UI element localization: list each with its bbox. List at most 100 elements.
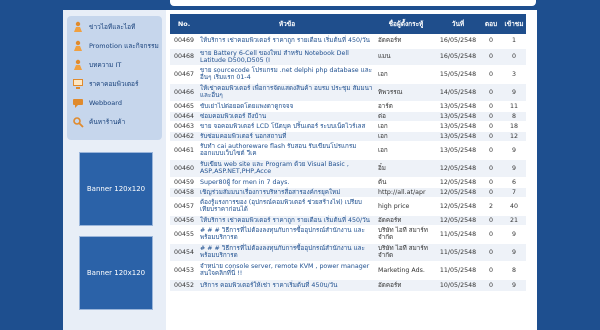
topic-subject-link[interactable]: ขาย จอคอมพิวเตอร์ LCD โน๊ตบุค ปริ้นเตอร์… bbox=[198, 121, 376, 132]
topic-date: 12/05/2548 bbox=[436, 215, 480, 226]
sidebar-item-it-articles[interactable]: บทความ IT bbox=[71, 58, 161, 72]
header-no: No. bbox=[170, 14, 198, 34]
topic-views: 8 bbox=[502, 111, 526, 122]
sidebar-item-promotion[interactable]: Promotion และกิจกรรม bbox=[71, 39, 161, 53]
topic-views: 11 bbox=[502, 101, 526, 112]
table-header-row: No. หัวข้อ ชื่อผู้ตั้งกระทู้ วันที่ ตอบ … bbox=[170, 14, 526, 34]
table-row[interactable]: 00452 บริการ คอมพิวเตอร์ให้เช่า ราคาเริ่ม… bbox=[170, 279, 526, 292]
topic-views: 9 bbox=[502, 279, 526, 292]
sidebar-item-webboard[interactable]: Webboard bbox=[71, 96, 161, 110]
topic-subject-link[interactable]: ให้บริการ เช่าคอมพิวเตอร์ ราคาถูก รายเดื… bbox=[198, 34, 376, 49]
table-row[interactable]: 00464 ซ่อมคอมพิวเตอร์ ถึงบ้าน ต่อ 13/05/254… bbox=[170, 111, 526, 122]
topic-date: 12/05/2548 bbox=[436, 177, 480, 188]
topic-date: 13/05/2548 bbox=[436, 111, 480, 122]
topic-author: อัดคอร์ท bbox=[376, 34, 436, 49]
topic-author: เอก bbox=[376, 121, 436, 132]
table-row[interactable]: 00458 เชิญร่วมสัมมนาเรื่องการบริหารสื่อสา… bbox=[170, 187, 526, 198]
table-row[interactable]: 00460 รับเขียน web site และ Program ด้วย … bbox=[170, 159, 526, 178]
topic-date: 11/05/2548 bbox=[436, 261, 480, 280]
topic-views: 18 bbox=[502, 121, 526, 132]
topic-author: http://all.at/apr bbox=[376, 187, 436, 198]
topic-author: high price bbox=[376, 197, 436, 216]
table-row[interactable]: 00457 ต้องรู้แรงการของ (อุปกรณ์คอมพิวเตอร… bbox=[170, 197, 526, 216]
topic-replies: 0 bbox=[480, 131, 502, 142]
topic-author: เอก bbox=[376, 131, 436, 142]
topic-number: 00453 bbox=[170, 261, 198, 280]
topic-views: 9 bbox=[502, 243, 526, 262]
topic-subject-link[interactable]: รับซ่อมคอมพิวเตอร์ นอกสถานที่ bbox=[198, 131, 376, 142]
topic-number: 00468 bbox=[170, 48, 198, 66]
topic-author: ต่อ bbox=[376, 111, 436, 122]
topic-number: 00457 bbox=[170, 197, 198, 216]
topic-date: 12/05/2548 bbox=[436, 187, 480, 198]
header-replies: ตอบ bbox=[480, 14, 502, 34]
topic-subject-link[interactable]: # # # วิธีการที่ไม่ต้องลงทุนกับการซื้ออุ… bbox=[198, 225, 376, 244]
topic-replies: 0 bbox=[480, 111, 502, 122]
topic-replies: 0 bbox=[480, 215, 502, 226]
topic-replies: 0 bbox=[480, 101, 502, 112]
topic-author: อัดคอร์ท bbox=[376, 279, 436, 292]
topic-author: อิ๋ม bbox=[376, 159, 436, 178]
table-row[interactable]: 00469 ให้บริการ เช่าคอมพิวเตอร์ ราคาถูก ร… bbox=[170, 34, 526, 49]
topic-date: 10/05/2548 bbox=[436, 279, 480, 292]
table-row[interactable]: 00465 ขับเย่าไปต่อยอดโดยแพงดาดูกจจจ อาร์ต 1… bbox=[170, 101, 526, 112]
sidebar-item-computer-prices[interactable]: ราคาคอมพิวเตอร์ bbox=[71, 77, 161, 91]
sidebar-item-store-search[interactable]: ค้นหาร้านค้า bbox=[71, 115, 161, 129]
table-row[interactable]: 00459 Super80ผู้ for men in 7 days. ต้น 12/… bbox=[170, 177, 526, 188]
topic-number: 00455 bbox=[170, 225, 198, 244]
topic-views: 21 bbox=[502, 215, 526, 226]
topic-subject-link[interactable]: # # # วิธีการที่ไม่ต้องลงทุนกับการซื้ออุ… bbox=[198, 243, 376, 262]
topic-subject-link[interactable]: เชิญร่วมสัมมนาเรื่องการบริหารสื่อสารองค์… bbox=[198, 187, 376, 198]
person-icon bbox=[71, 59, 85, 71]
banner-ad-2[interactable]: Banner 120x120 bbox=[79, 236, 153, 310]
topic-subject-link[interactable]: ให้เช่าคอมพิวเตอร์ เพื่อการจัดแสดงสินค้า… bbox=[198, 83, 376, 102]
table-row[interactable]: 00456 ให้บริการ เช่าคอมพิวเตอร์ ราคาถูก ร… bbox=[170, 215, 526, 226]
topic-views: 3 bbox=[502, 65, 526, 84]
table-row[interactable]: 00463 ขาย จอคอมพิวเตอร์ LCD โน๊ตบุค ปริ้น… bbox=[170, 121, 526, 132]
topic-subject-link[interactable]: รับทำ cai authoreware flash รับสอน รับเข… bbox=[198, 141, 376, 160]
topic-subject-link[interactable]: ขาย Battery 6-Cell ของใหม่ สำหรับ Notebo… bbox=[198, 48, 376, 66]
topic-subject-link[interactable]: ต้องรู้แรงการของ (อุปกรณ์คอมพิวเตอร์ ช่ว… bbox=[198, 197, 376, 216]
topic-views: 9 bbox=[502, 225, 526, 244]
topic-replies: 2 bbox=[480, 197, 502, 216]
topic-date: 11/05/2548 bbox=[436, 243, 480, 262]
topic-views: 1 bbox=[502, 34, 526, 49]
topic-subject-link[interactable]: ขาย sourcecode โปรแกรม .net delphi php d… bbox=[198, 65, 376, 84]
sidebar-item-label: Promotion และกิจกรรม bbox=[89, 42, 159, 50]
sidebar-item-label: ข่าวไอทีและไอที bbox=[89, 23, 136, 31]
header-author: ชื่อผู้ตั้งกระทู้ bbox=[376, 14, 436, 34]
person-icon bbox=[71, 21, 85, 33]
topic-subject-link[interactable]: บริการ คอมพิวเตอร์ให้เช่า ราคาเริ่มต้นที… bbox=[198, 279, 376, 292]
top-bar bbox=[0, 0, 600, 10]
topic-subject-link[interactable]: รับเขียน web site และ Program ด้วย Visua… bbox=[198, 159, 376, 178]
topic-subject-link[interactable]: Super80ผู้ for men in 7 days. bbox=[198, 177, 376, 188]
table-row[interactable]: 00462 รับซ่อมคอมพิวเตอร์ นอกสถานที่ เอก 13/… bbox=[170, 131, 526, 142]
topic-views: 6 bbox=[502, 177, 526, 188]
table-row[interactable]: 00461 รับทำ cai authoreware flash รับสอน … bbox=[170, 141, 526, 160]
header-date: วันที่ bbox=[436, 14, 480, 34]
table-row[interactable]: 00454 # # # วิธีการที่ไม่ต้องลงทุนกับการซ… bbox=[170, 243, 526, 262]
topic-date: 13/05/2548 bbox=[436, 131, 480, 142]
table-row[interactable]: 00468 ขาย Battery 6-Cell ของใหม่ สำหรับ N… bbox=[170, 48, 526, 66]
table-row[interactable]: 00453 จำหน่าย console server, remote KVM … bbox=[170, 261, 526, 280]
topic-subject-link[interactable]: ให้บริการ เช่าคอมพิวเตอร์ ราคาถูก รายเดื… bbox=[198, 215, 376, 226]
topic-number: 00454 bbox=[170, 243, 198, 262]
person-icon bbox=[71, 40, 85, 52]
topic-subject-link[interactable]: ขับเย่าไปต่อยอดโดยแพงดาดูกจจจ bbox=[198, 101, 376, 112]
table-row[interactable]: 00455 # # # วิธีการที่ไม่ต้องลงทุนกับการซ… bbox=[170, 225, 526, 244]
topic-views: 40 bbox=[502, 197, 526, 216]
topic-subject-link[interactable]: ซ่อมคอมพิวเตอร์ ถึงบ้าน bbox=[198, 111, 376, 122]
banner-ad-1[interactable]: Banner 120x120 bbox=[79, 152, 153, 226]
topic-views: 9 bbox=[502, 141, 526, 160]
topic-author: แมน bbox=[376, 48, 436, 66]
topic-replies: 0 bbox=[480, 83, 502, 102]
topic-number: 00459 bbox=[170, 177, 198, 188]
topic-replies: 0 bbox=[480, 34, 502, 49]
table-row[interactable]: 00467 ขาย sourcecode โปรแกรม .net delphi … bbox=[170, 65, 526, 84]
sidebar-item-it-news[interactable]: ข่าวไอทีและไอที bbox=[71, 20, 161, 34]
topic-subject-link[interactable]: จำหน่าย console server, remote KVM , pow… bbox=[198, 261, 376, 280]
topic-number: 00463 bbox=[170, 121, 198, 132]
topic-number: 00469 bbox=[170, 34, 198, 49]
table-row[interactable]: 00466 ให้เช่าคอมพิวเตอร์ เพื่อการจัดแสดงส… bbox=[170, 83, 526, 102]
topic-replies: 0 bbox=[480, 261, 502, 280]
